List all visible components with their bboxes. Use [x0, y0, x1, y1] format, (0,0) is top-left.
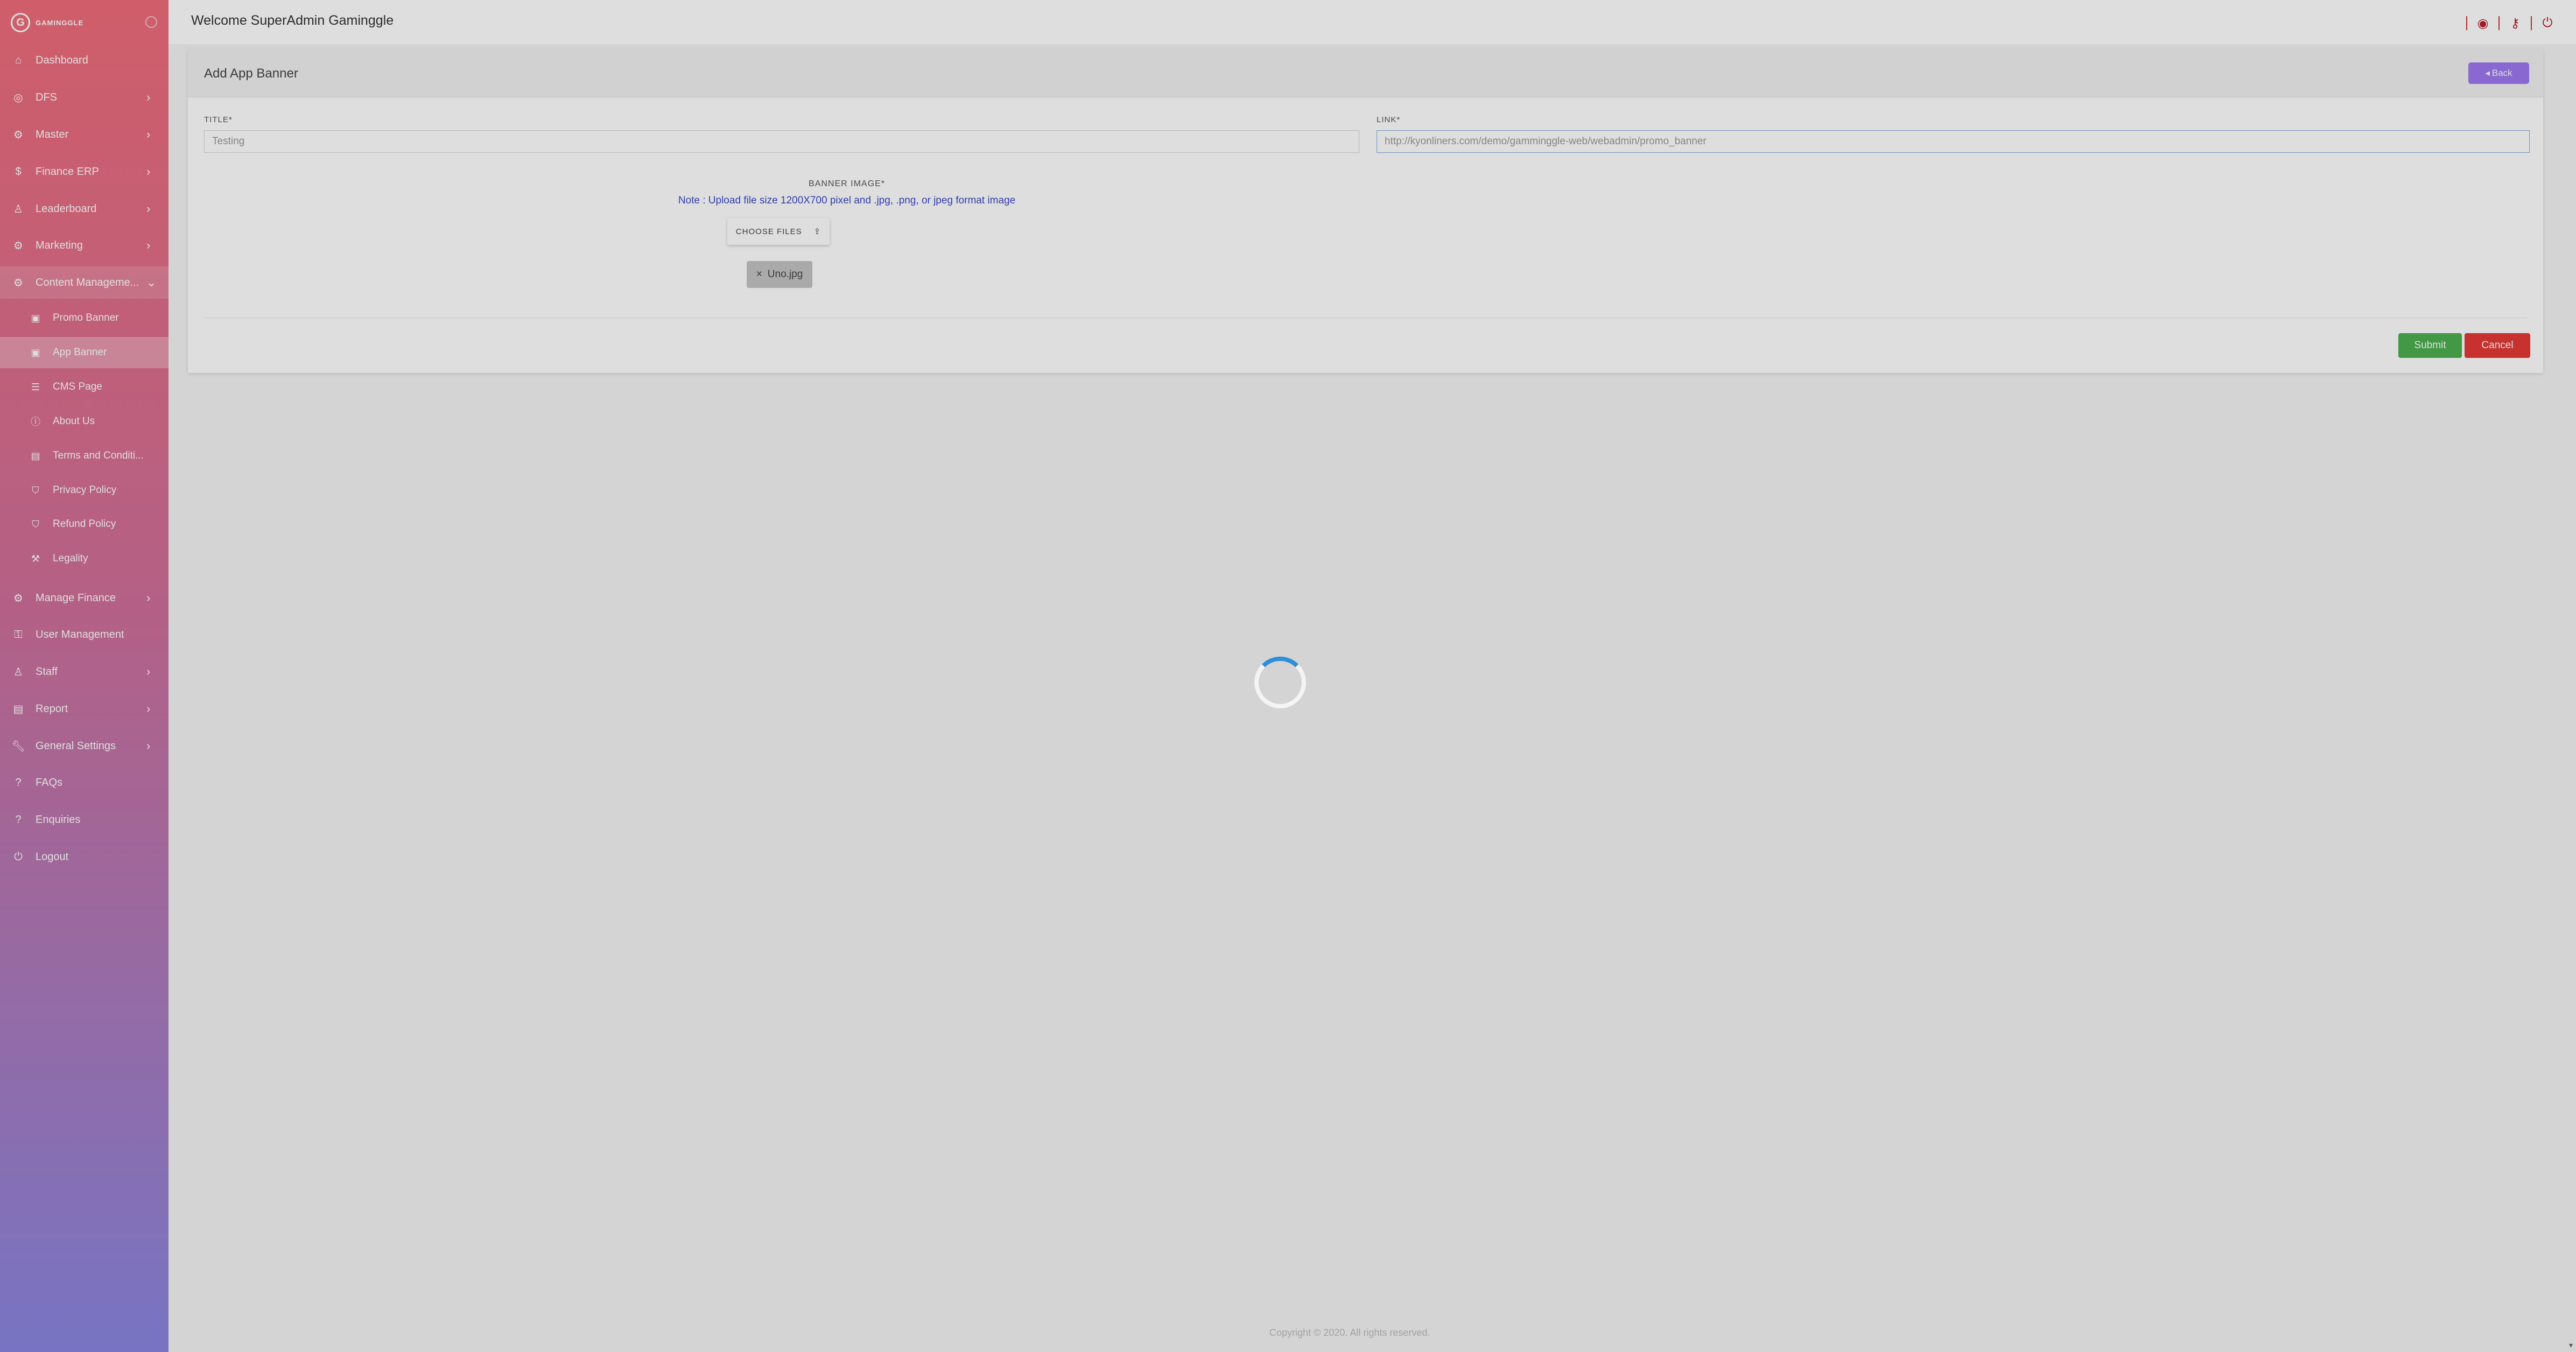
loading-spinner-icon — [1254, 657, 1306, 708]
loading-overlay — [0, 0, 2576, 1352]
scroll-down-arrow-icon[interactable]: ▾ — [2569, 1341, 2573, 1350]
